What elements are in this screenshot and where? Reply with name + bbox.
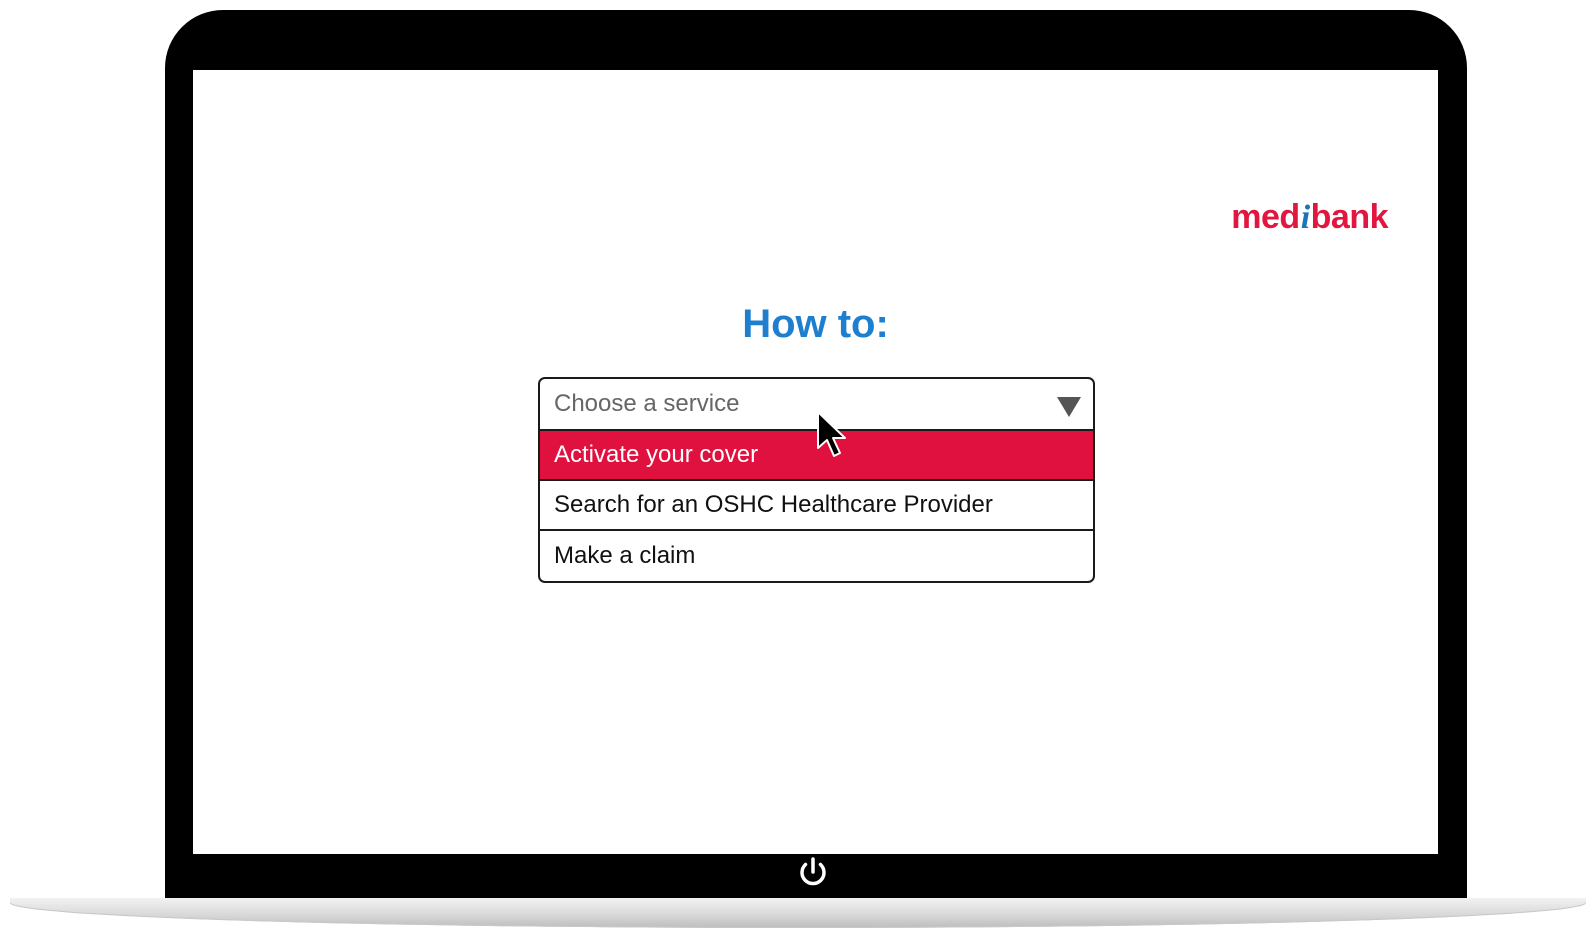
laptop-base — [10, 898, 1586, 928]
option-make-a-claim[interactable]: Make a claim — [540, 531, 1093, 581]
service-select-placeholder: Choose a service — [554, 390, 740, 417]
triangle-down-icon[interactable] — [1057, 397, 1081, 417]
page-title: How to: — [742, 302, 889, 346]
mouse-pointer-icon — [817, 411, 846, 457]
medibank-logo[interactable]: medibank — [1231, 198, 1388, 237]
power-icon[interactable] — [795, 855, 831, 891]
option-search-oshc-provider[interactable]: Search for an OSHC Healthcare Provider — [540, 481, 1093, 531]
stage: medibank How to: Choose a service Activa… — [0, 0, 1596, 928]
service-dropdown[interactable]: Choose a service Activate your cover Sea… — [538, 377, 1095, 583]
laptop-screen: medibank How to: Choose a service Activa… — [193, 70, 1438, 854]
